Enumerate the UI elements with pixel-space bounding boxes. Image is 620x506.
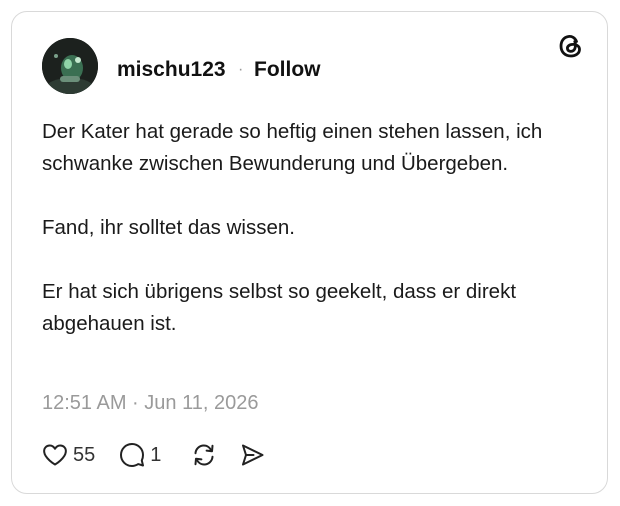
follow-button[interactable]: Follow <box>254 58 321 82</box>
post-paragraph: Er hat sich übrigens selbst so geekelt, … <box>42 280 517 335</box>
author-username[interactable]: mischu123 <box>117 58 226 82</box>
threads-logo-icon[interactable] <box>557 32 585 60</box>
reply-count: 1 <box>150 444 162 466</box>
speech-bubble-icon <box>119 442 145 468</box>
action-bar: 55 1 <box>42 440 265 470</box>
like-count: 55 <box>73 444 96 466</box>
username-separator: · <box>238 61 244 78</box>
post-paragraph: Der Kater hat gerade so heftig einen ste… <box>42 120 543 175</box>
like-button[interactable]: 55 <box>42 442 95 468</box>
post-paragraph: Fand, ihr solltet das wissen. <box>42 216 295 239</box>
post-card: mischu123 · Follow Der Kater hat gerade … <box>11 11 608 494</box>
post-timestamp[interactable]: 12:51 AM · Jun 11, 2026 <box>42 389 258 417</box>
send-icon <box>239 442 265 468</box>
reply-button[interactable]: 1 <box>119 442 161 468</box>
repost-button[interactable] <box>191 442 217 468</box>
heart-icon <box>42 443 68 467</box>
avatar[interactable] <box>42 38 98 94</box>
share-button[interactable] <box>239 442 265 468</box>
post-text: Der Kater hat gerade so heftig einen ste… <box>42 116 582 340</box>
repost-icon <box>191 442 217 468</box>
